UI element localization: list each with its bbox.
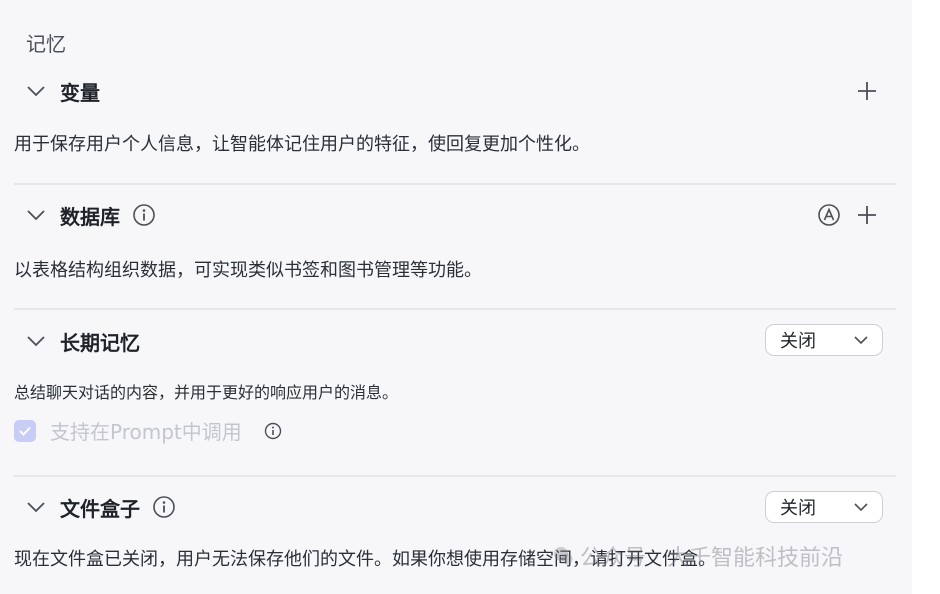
checkbox-label: 支持在Prompt中调用 bbox=[50, 420, 242, 444]
divider bbox=[14, 183, 896, 185]
chevron-down-icon[interactable] bbox=[24, 79, 48, 103]
add-variable-plus-icon[interactable] bbox=[856, 80, 878, 102]
section-file-box-header[interactable]: 文件盒子 bbox=[24, 491, 176, 523]
section-title: 长期记忆 bbox=[60, 330, 140, 355]
wechat-logo-icon bbox=[554, 547, 573, 565]
section-description: 用于保存用户个人信息，让智能体记住用户的特征，使回复更加个性化。 bbox=[14, 134, 590, 155]
chevron-down-icon[interactable] bbox=[24, 495, 48, 519]
select-value: 关闭 bbox=[780, 331, 816, 352]
info-icon[interactable] bbox=[132, 203, 156, 227]
right-edge bbox=[912, 0, 940, 594]
panel-title: 记忆 bbox=[26, 32, 66, 56]
divider bbox=[14, 475, 896, 477]
section-title: 数据库 bbox=[60, 204, 120, 229]
long-memory-select[interactable]: 关闭 bbox=[765, 324, 883, 356]
info-icon[interactable] bbox=[264, 422, 282, 440]
section-long-memory-header[interactable]: 长期记忆 bbox=[24, 325, 140, 357]
chevron-down-icon bbox=[854, 336, 868, 345]
add-database-plus-icon[interactable] bbox=[856, 204, 878, 226]
section-variables-header[interactable]: 变量 bbox=[24, 75, 100, 107]
section-database-header[interactable]: 数据库 bbox=[24, 199, 156, 231]
file-box-select[interactable]: 关闭 bbox=[765, 491, 883, 523]
divider bbox=[14, 308, 896, 310]
watermark-text: 公众号 · 大千智能科技前沿 bbox=[580, 546, 843, 571]
section-title: 变量 bbox=[60, 80, 100, 105]
select-value: 关闭 bbox=[780, 498, 816, 519]
watermark: 公众号 · 大千智能科技前沿 bbox=[552, 540, 843, 572]
chevron-down-icon[interactable] bbox=[24, 329, 48, 353]
prompt-call-option: 支持在Prompt中调用 bbox=[14, 416, 282, 445]
section-title: 文件盒子 bbox=[60, 496, 140, 521]
auto-a-icon[interactable] bbox=[817, 203, 841, 227]
section-description: 总结聊天对话的内容，并用于更好的响应用户的消息。 bbox=[14, 383, 399, 402]
section-description: 以表格结构组织数据，可实现类似书签和图书管理等功能。 bbox=[14, 260, 482, 281]
check-icon bbox=[19, 426, 31, 436]
prompt-call-checkbox[interactable] bbox=[14, 419, 36, 442]
chevron-down-icon[interactable] bbox=[24, 203, 48, 227]
memory-panel: 记忆 变量 用于保存用户个人信息，让智能体记住用户的特征，使回复更加个性化。 数… bbox=[0, 0, 912, 594]
info-icon[interactable] bbox=[152, 495, 176, 519]
chevron-down-icon bbox=[854, 503, 868, 512]
